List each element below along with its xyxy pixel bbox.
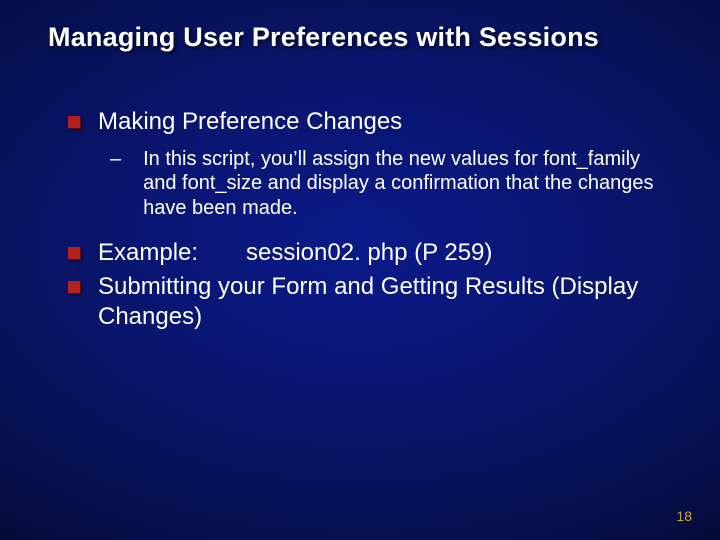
example-label: Example: (98, 238, 246, 268)
square-bullet-icon (68, 116, 80, 128)
page-number: 18 (676, 508, 692, 524)
list-item: Making Preference Changes (68, 107, 670, 137)
bullet-text: Example:session02. php (P 259) (98, 238, 492, 268)
slide: Managing User Preferences with Sessions … (0, 0, 720, 540)
list-item: Submitting your Form and Getting Results… (68, 272, 670, 332)
list-item: Example:session02. php (P 259) (68, 238, 670, 268)
sub-bullet-text: In this script, you’ll assign the new va… (143, 147, 670, 220)
example-value: session02. php (P 259) (246, 239, 492, 266)
square-bullet-icon (68, 281, 80, 293)
slide-body: Making Preference Changes – In this scri… (0, 53, 720, 332)
dash-bullet-icon: – (110, 147, 121, 171)
bullet-text: Making Preference Changes (98, 107, 402, 137)
bullet-text: Submitting your Form and Getting Results… (98, 272, 670, 332)
slide-title: Managing User Preferences with Sessions (0, 0, 720, 53)
sub-list-item: – In this script, you’ll assign the new … (110, 147, 670, 220)
square-bullet-icon (68, 247, 80, 259)
